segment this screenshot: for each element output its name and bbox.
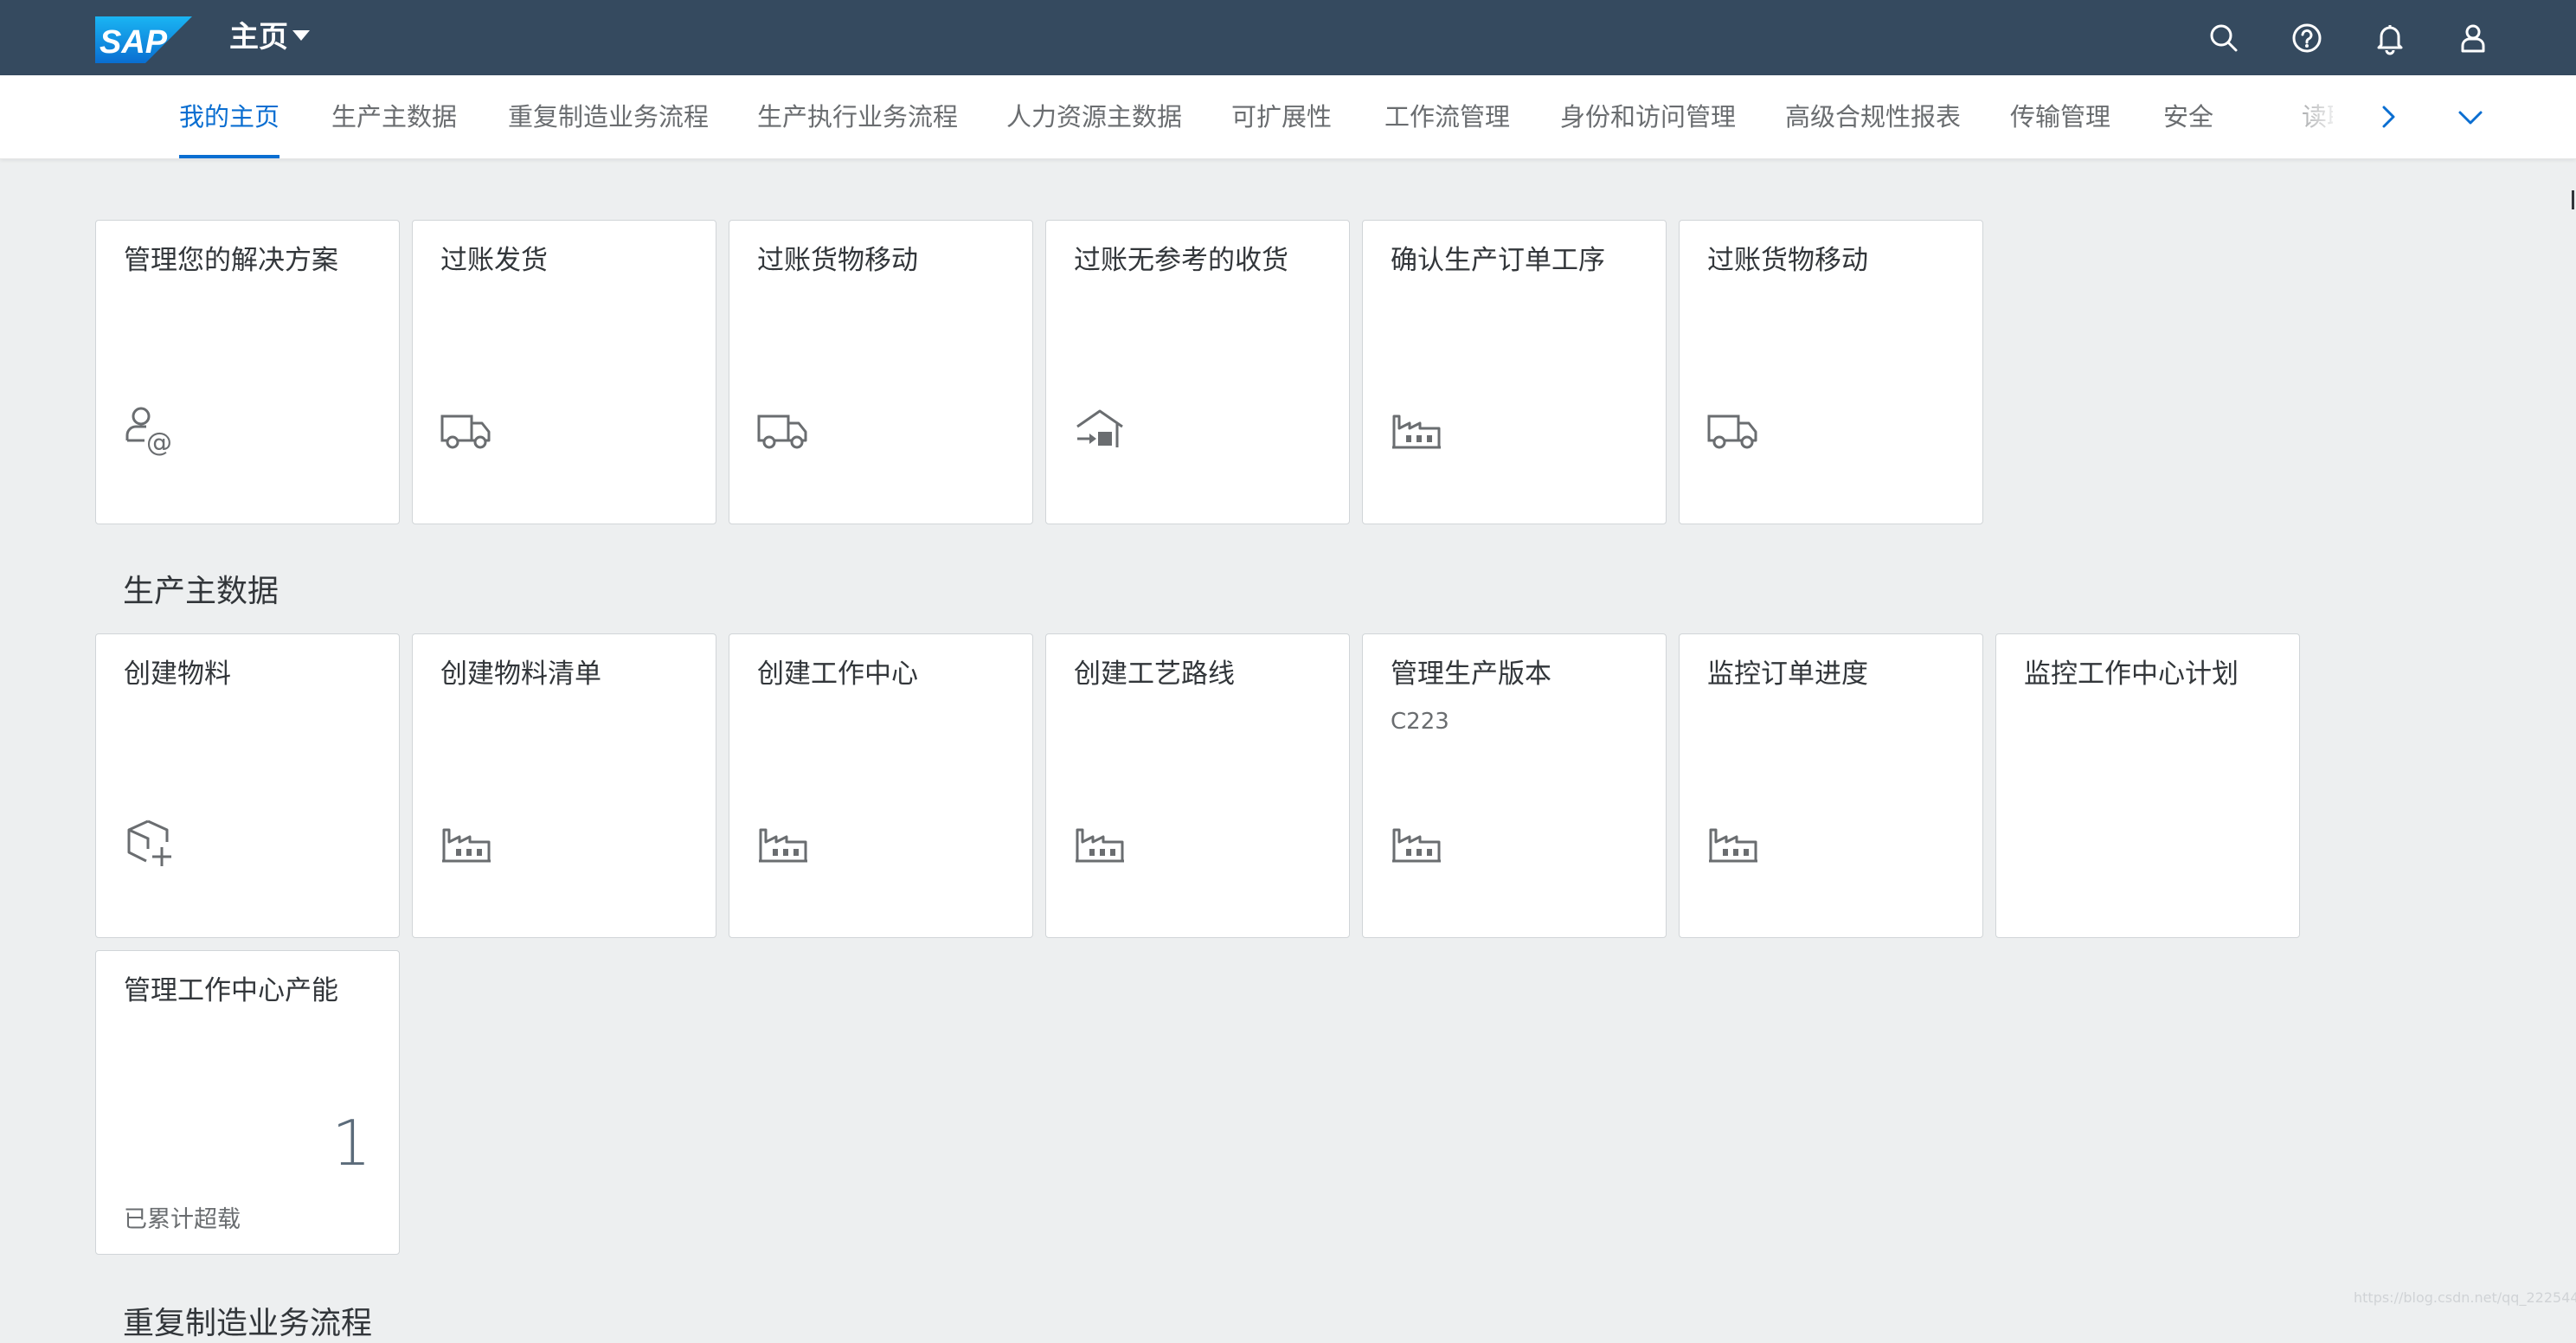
tab-hr-master-data[interactable]: 人力资源主数据 xyxy=(1006,75,1182,158)
tile-title: 管理您的解决方案 xyxy=(124,245,338,276)
tile-title: 过账货物移动 xyxy=(1707,245,1868,276)
tile-create-work-center[interactable]: 创建工作中心 xyxy=(729,633,1033,938)
tile-title: 监控工作中心计划 xyxy=(2024,659,2239,690)
tab-identity-access-management[interactable]: 身份和访问管理 xyxy=(1560,75,1736,158)
tile-post-goods-movement-2[interactable]: 过账货物移动 xyxy=(1679,220,1983,524)
tile-footer: 已累计超载 xyxy=(124,1206,241,1233)
tab-advanced-compliance-reporting[interactable]: 高级合规性报表 xyxy=(1785,75,1961,158)
tab-production-execution[interactable]: 生产执行业务流程 xyxy=(757,75,958,158)
tile-manage-solutions[interactable]: 管理您的解决方案 @ xyxy=(95,220,400,524)
group-title-repetitive-manufacturing: 重复制造业务流程 xyxy=(123,1306,373,1341)
truck-icon xyxy=(1707,414,1757,449)
tab-my-home[interactable]: 我的主页 xyxy=(179,75,280,158)
tile-title: 创建工艺路线 xyxy=(1074,659,1235,690)
tile-manage-production-versions[interactable]: 管理生产版本 C223 xyxy=(1362,633,1667,938)
tile-title: 创建物料清单 xyxy=(440,659,601,690)
warehouse-receive-icon xyxy=(1076,409,1123,447)
tile-title: 监控订单进度 xyxy=(1707,659,1868,690)
factory-icon xyxy=(442,828,491,863)
factory-icon xyxy=(1076,828,1124,863)
shell-bar: SAP 主页 xyxy=(0,0,2576,75)
tab-active-indicator xyxy=(179,155,280,158)
chevron-down-icon[interactable] xyxy=(2451,98,2489,136)
watermark: https://blog.csdn.net/qq_22254451 xyxy=(2354,1289,2576,1306)
user-icon[interactable] xyxy=(2454,19,2492,57)
add-product-icon xyxy=(127,819,171,866)
page-edge-marker xyxy=(2572,190,2574,209)
tile-title: 创建工作中心 xyxy=(757,659,918,690)
tile-monitor-order-progress[interactable]: 监控订单进度 xyxy=(1679,633,1983,938)
user-email-icon: @ xyxy=(125,407,172,458)
tile-title: 过账货物移动 xyxy=(757,245,918,276)
tab-repetitive-manufacturing[interactable]: 重复制造业务流程 xyxy=(508,75,709,158)
tile-create-material[interactable]: 创建物料 xyxy=(95,633,400,938)
sap-logo[interactable]: SAP xyxy=(95,16,192,63)
search-icon[interactable] xyxy=(2205,19,2243,57)
tile-create-bom[interactable]: 创建物料清单 xyxy=(412,633,716,938)
factory-icon xyxy=(759,828,807,863)
tile-monitor-work-center-schedule[interactable]: 监控工作中心计划 xyxy=(1995,633,2300,938)
truck-icon xyxy=(440,414,491,449)
tile-post-goods-issue[interactable]: 过账发货 xyxy=(412,220,716,524)
svg-text:@: @ xyxy=(146,427,172,458)
tab-overflow-fade xyxy=(2267,75,2362,158)
group-title-production-master-data: 生产主数据 xyxy=(123,574,279,609)
sap-logo-text: SAP xyxy=(100,24,168,61)
tile-post-goods-receipt-no-reference[interactable]: 过账无参考的收货 xyxy=(1045,220,1350,524)
chevron-right-icon[interactable] xyxy=(2369,98,2407,136)
tile-manage-work-center-capacity[interactable]: 管理工作中心产能 1 已累计超载 xyxy=(95,950,400,1255)
tab-transport-management[interactable]: 传输管理 xyxy=(2010,75,2110,158)
tile-confirm-production-operation[interactable]: 确认生产订单工序 xyxy=(1362,220,1667,524)
tile-title: 过账发货 xyxy=(440,245,548,276)
tile-create-routing[interactable]: 创建工艺路线 xyxy=(1045,633,1350,938)
tab-workflow-management[interactable]: 工作流管理 xyxy=(1384,75,1510,158)
notification-bell-icon[interactable] xyxy=(2371,19,2409,57)
tile-title: 创建物料 xyxy=(124,659,231,690)
factory-icon xyxy=(1709,828,1757,863)
tile-kpi-value: 1 xyxy=(331,1107,371,1179)
tile-title: 管理生产版本 xyxy=(1391,659,1551,690)
tile-subtitle: C223 xyxy=(1391,709,1449,735)
tab-extensibility[interactable]: 可扩展性 xyxy=(1231,75,1332,158)
tile-title: 过账无参考的收货 xyxy=(1074,245,1288,276)
tab-production-master-data[interactable]: 生产主数据 xyxy=(331,75,457,158)
tile-title: 管理工作中心产能 xyxy=(124,975,338,1006)
tile-title: 确认生产订单工序 xyxy=(1391,245,1605,276)
truck-icon xyxy=(757,414,807,449)
shell-title[interactable]: 主页 xyxy=(229,17,288,57)
tab-security[interactable]: 安全 xyxy=(2163,75,2213,158)
anchor-navigation-bar: 我的主页 生产主数据 重复制造业务流程 生产执行业务流程 人力资源主数据 可扩展… xyxy=(0,75,2576,159)
factory-icon xyxy=(1392,828,1441,863)
chevron-down-icon[interactable] xyxy=(292,30,310,41)
tile-post-goods-movement[interactable]: 过账货物移动 xyxy=(729,220,1033,524)
factory-icon xyxy=(1392,414,1441,449)
help-icon[interactable] xyxy=(2288,19,2326,57)
